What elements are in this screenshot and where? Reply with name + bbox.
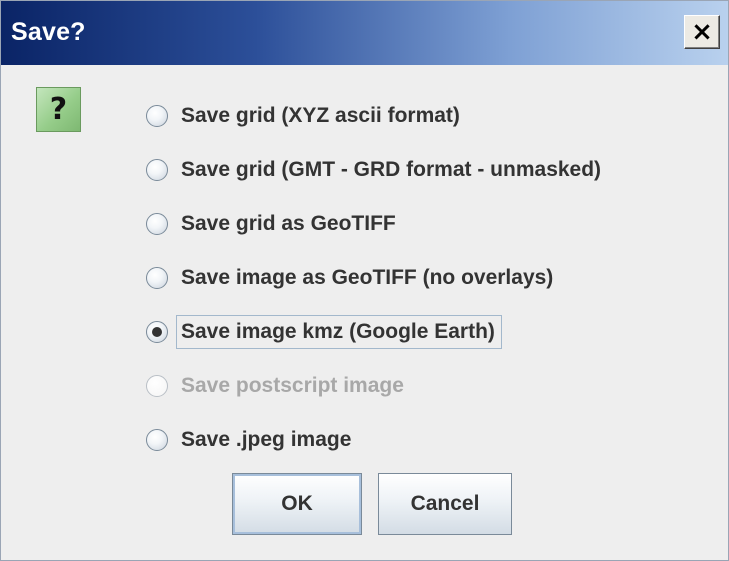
save-options-group: Save grid (XYZ ascii format) Save grid (…	[146, 89, 601, 467]
radio-save-image-kmz[interactable]	[146, 321, 168, 343]
option-label[interactable]: Save image as GeoTIFF (no overlays)	[181, 266, 553, 290]
option-save-postscript: Save postscript image	[146, 359, 601, 413]
radio-save-grid-geotiff[interactable]	[146, 213, 168, 235]
question-icon: ?	[36, 87, 81, 132]
cancel-button[interactable]: Cancel	[378, 473, 512, 535]
button-row: OK Cancel	[232, 473, 512, 535]
option-label[interactable]: Save grid as GeoTIFF	[181, 212, 396, 236]
option-label[interactable]: Save .jpeg image	[181, 428, 351, 452]
radio-save-image-geotiff[interactable]	[146, 267, 168, 289]
option-label[interactable]: Save image kmz (Google Earth)	[176, 315, 502, 349]
save-dialog: Save? × ? Save grid (XYZ ascii format) S…	[0, 0, 729, 561]
option-label[interactable]: Save grid (XYZ ascii format)	[181, 104, 460, 128]
radio-save-postscript	[146, 375, 168, 397]
option-save-jpeg[interactable]: Save .jpeg image	[146, 413, 601, 467]
option-label[interactable]: Save grid (GMT - GRD format - unmasked)	[181, 158, 601, 182]
option-label: Save postscript image	[181, 374, 404, 397]
option-save-grid-geotiff[interactable]: Save grid as GeoTIFF	[146, 197, 601, 251]
window-title: Save?	[11, 18, 86, 46]
ok-button[interactable]: OK	[232, 473, 362, 535]
close-icon: ×	[691, 17, 713, 47]
radio-save-grid-xyz[interactable]	[146, 105, 168, 127]
radio-save-grid-gmt[interactable]	[146, 159, 168, 181]
close-button[interactable]: ×	[684, 15, 720, 49]
radio-save-jpeg[interactable]	[146, 429, 168, 451]
option-save-image-kmz[interactable]: Save image kmz (Google Earth)	[146, 305, 601, 359]
option-save-image-geotiff[interactable]: Save image as GeoTIFF (no overlays)	[146, 251, 601, 305]
option-save-grid-xyz[interactable]: Save grid (XYZ ascii format)	[146, 89, 601, 143]
option-save-grid-gmt[interactable]: Save grid (GMT - GRD format - unmasked)	[146, 143, 601, 197]
title-bar[interactable]: Save? ×	[1, 1, 728, 65]
